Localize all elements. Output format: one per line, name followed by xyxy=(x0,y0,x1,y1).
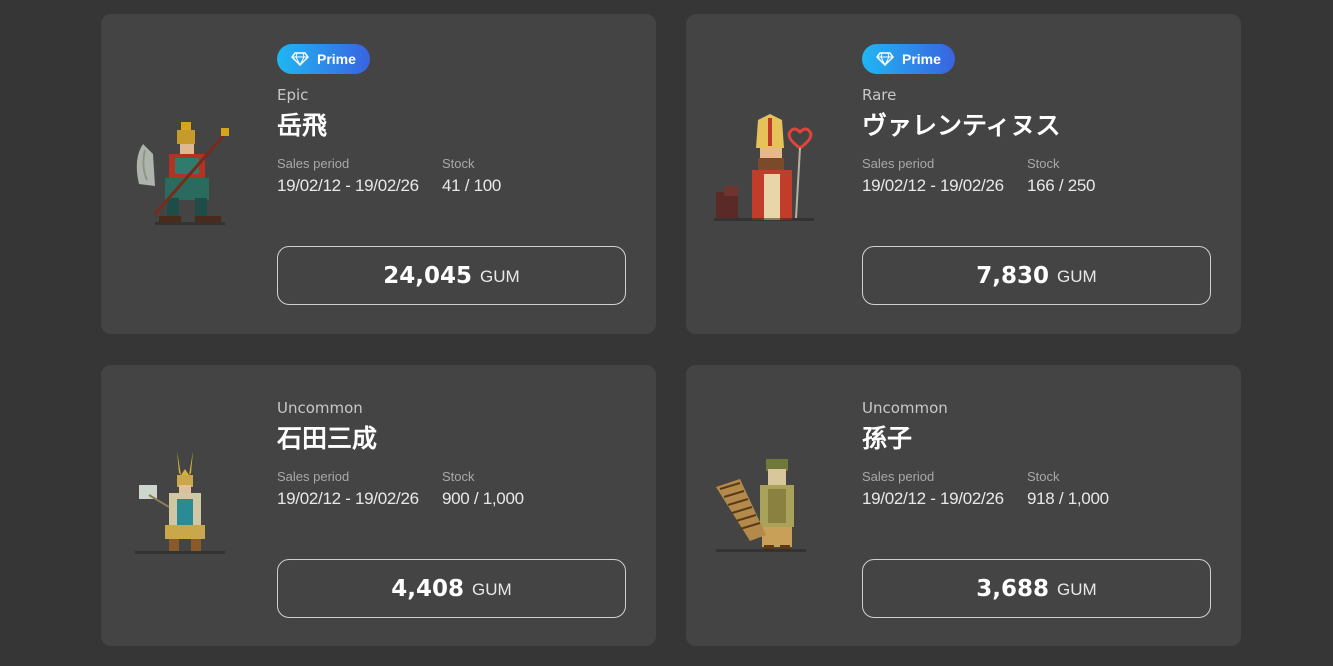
buy-price-button[interactable]: 3,688 GUM xyxy=(862,559,1211,618)
prime-badge-label: Prime xyxy=(317,51,356,67)
sales-period-label: Sales period xyxy=(277,469,350,484)
sales-period-value: 19/02/12 - 19/02/26 xyxy=(277,176,419,195)
diamond-icon xyxy=(291,52,309,66)
stock-label: Stock xyxy=(442,156,475,171)
stock-label: Stock xyxy=(1027,156,1060,171)
stock-value: 166 / 250 xyxy=(1027,176,1096,195)
stock-value: 918 / 1,000 xyxy=(1027,489,1109,508)
prime-badge: Prime xyxy=(277,44,370,74)
samurai-hero-icon xyxy=(125,445,245,565)
sales-period-label: Sales period xyxy=(862,156,935,171)
buy-price-button[interactable]: 7,830 GUM xyxy=(862,246,1211,305)
sales-period-value: 19/02/12 - 19/02/26 xyxy=(862,489,1004,508)
price-currency: GUM xyxy=(1057,267,1097,286)
hero-card[interactable]: Uncommon 孫子 Sales period 19/02/12 - 19/0… xyxy=(686,365,1241,646)
price-amount: 7,830 xyxy=(976,262,1050,289)
stock-label: Stock xyxy=(1027,469,1060,484)
hero-rarity: Rare xyxy=(862,86,897,104)
price-currency: GUM xyxy=(1057,580,1097,599)
stock-label: Stock xyxy=(442,469,475,484)
prime-badge-label: Prime xyxy=(902,51,941,67)
price-currency: GUM xyxy=(480,267,520,286)
price-amount: 4,408 xyxy=(391,575,465,602)
hero-card[interactable]: Uncommon 石田三成 Sales period 19/02/12 - 19… xyxy=(101,365,656,646)
sales-period-value: 19/02/12 - 19/02/26 xyxy=(277,489,419,508)
stock-value: 900 / 1,000 xyxy=(442,489,524,508)
price-amount: 3,688 xyxy=(976,575,1050,602)
sales-period-value: 19/02/12 - 19/02/26 xyxy=(862,176,1004,195)
bishop-hero-icon xyxy=(710,114,830,234)
sales-period-label: Sales period xyxy=(277,156,350,171)
prime-badge: Prime xyxy=(862,44,955,74)
price-currency: GUM xyxy=(472,580,512,599)
stock-value: 41 / 100 xyxy=(442,176,502,195)
hero-card[interactable]: Prime Rare ヴァレンティヌス Sales period 19/02/1… xyxy=(686,14,1241,334)
hero-card[interactable]: Prime Epic 岳飛 Sales period 19/02/12 - 19… xyxy=(101,14,656,334)
hero-name: 岳飛 xyxy=(277,111,328,140)
hero-rarity: Uncommon xyxy=(277,399,363,417)
hero-rarity: Uncommon xyxy=(862,399,948,417)
hero-name: 石田三成 xyxy=(277,424,378,453)
sales-period-label: Sales period xyxy=(862,469,935,484)
buy-price-button[interactable]: 24,045 GUM xyxy=(277,246,626,305)
strategist-hero-icon xyxy=(710,445,830,565)
diamond-icon xyxy=(876,52,894,66)
price-amount: 24,045 xyxy=(383,262,473,289)
hero-rarity: Epic xyxy=(277,86,309,104)
hero-name: 孫子 xyxy=(862,424,913,453)
buy-price-button[interactable]: 4,408 GUM xyxy=(277,559,626,618)
hero-name: ヴァレンティヌス xyxy=(862,111,1061,140)
warrior-hero-icon xyxy=(125,114,245,234)
